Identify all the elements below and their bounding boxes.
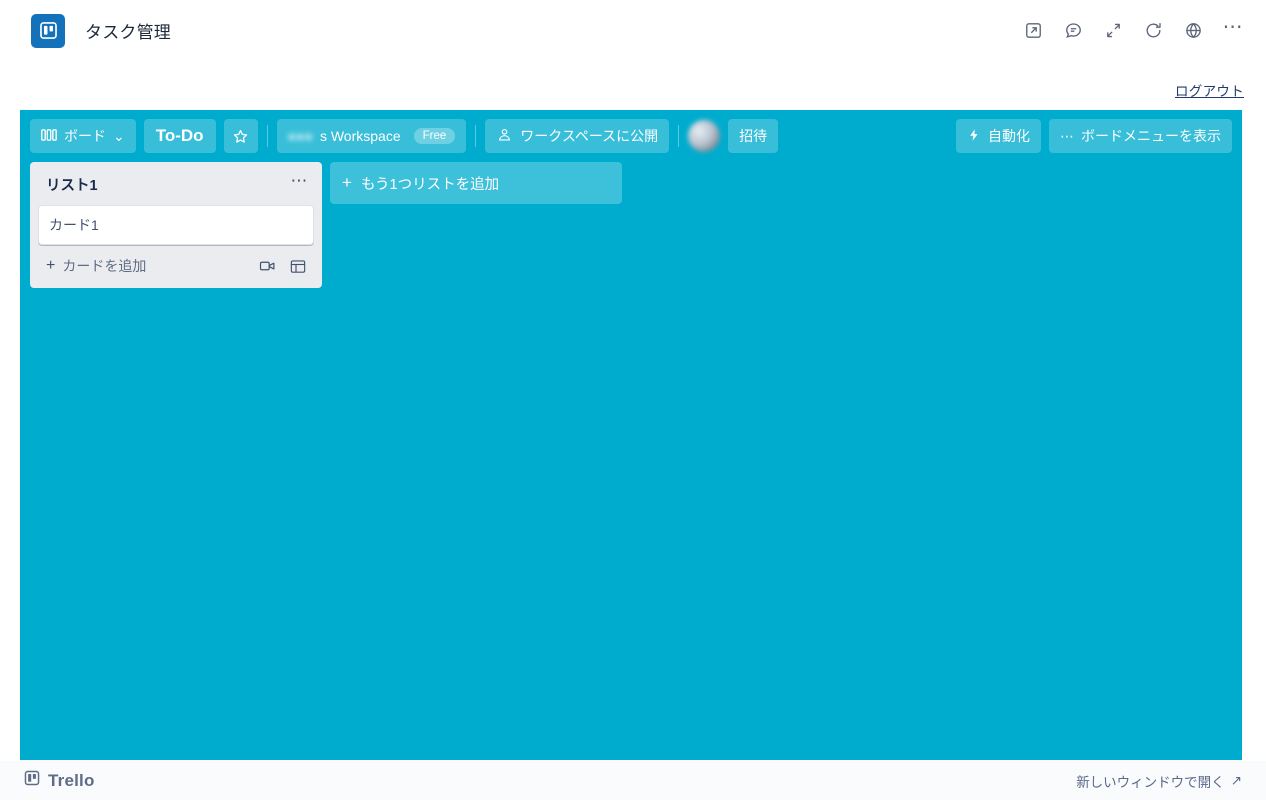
board-name-button[interactable]: To-Do	[143, 119, 216, 153]
board-header-bar: ボード ⌄ To-Do ●●● s Workspace Free ワークスペース…	[20, 110, 1242, 162]
card-template-icon[interactable]	[290, 259, 306, 274]
arrow-up-right-icon: ↗	[1230, 772, 1242, 788]
board-bar-right-group: 自動化 ⋯ ボードメニューを表示	[956, 119, 1232, 153]
workspace-visibility-icon	[496, 127, 513, 146]
footer-brand: Trello	[24, 770, 95, 791]
divider	[475, 125, 477, 147]
list-title[interactable]: リスト1	[46, 174, 98, 195]
plus-icon: +	[342, 173, 352, 192]
chevron-down-icon: ⌄	[113, 127, 125, 144]
trello-board-icon	[24, 770, 40, 791]
refresh-icon[interactable]	[1142, 20, 1164, 42]
add-list-label: もう1つリストを追加	[360, 176, 500, 193]
trello-board-icon	[31, 13, 65, 48]
automation-button[interactable]: 自動化	[956, 119, 1041, 153]
globe-icon[interactable]	[1182, 20, 1204, 42]
more-options-icon[interactable]: ⋯	[1222, 17, 1244, 42]
card[interactable]: カード1	[38, 205, 314, 245]
list-menu-icon[interactable]: ⋯	[291, 172, 309, 191]
open-external-icon[interactable]	[1022, 20, 1044, 42]
workspace-visibility-button[interactable]: ワークスペースに公開	[485, 119, 670, 153]
boards-button[interactable]: ボード ⌄	[30, 119, 136, 153]
ellipsis-icon: ⋯	[1060, 127, 1074, 144]
feedback-comment-icon[interactable]	[1062, 20, 1084, 42]
footer-brand-label: Trello	[48, 770, 95, 790]
open-new-window-label: 新しいウィンドウで開く	[1076, 774, 1225, 790]
star-icon[interactable]	[223, 119, 258, 153]
board-menu-button[interactable]: ⋯ ボードメニューを表示	[1049, 119, 1232, 153]
workspace-name-suffix: s Workspace	[319, 128, 401, 144]
video-camera-icon[interactable]	[259, 259, 276, 273]
board-menu-label: ボードメニューを表示	[1081, 128, 1221, 144]
divider	[678, 125, 680, 147]
invite-button[interactable]: 招待	[728, 119, 779, 153]
logout-strip: ログアウト	[0, 62, 1266, 100]
footer-bar: Trello 新しいウィンドウで開く ↗	[0, 760, 1266, 800]
add-card-label: カードを追加	[62, 258, 147, 274]
add-list-button[interactable]: + もう1つリストを追加	[330, 162, 622, 204]
list-column: リスト1 ⋯ カード1 + カードを追加	[30, 162, 322, 288]
workspace-button[interactable]: ●●● s Workspace Free	[276, 119, 467, 153]
workspace-name-redacted: ●●●	[287, 128, 313, 144]
add-card-button[interactable]: + カードを追加	[38, 245, 314, 282]
page-title: タスク管理	[85, 23, 171, 42]
lists-area: リスト1 ⋯ カード1 + カードを追加 + もう1つリストを追加	[20, 162, 1242, 288]
plus-icon: +	[46, 257, 56, 274]
open-new-window-link[interactable]: 新しいウィンドウで開く ↗	[1076, 771, 1242, 791]
logout-link[interactable]: ログアウト	[1175, 80, 1244, 100]
collapse-arrows-icon[interactable]	[1102, 20, 1124, 42]
right-margin	[1242, 110, 1266, 760]
boards-icon	[41, 128, 57, 145]
add-card-trailing-icons	[259, 259, 306, 274]
list-header: リスト1 ⋯	[38, 170, 314, 205]
app-header: タスク管理 ⋯	[0, 0, 1266, 62]
divider	[266, 125, 268, 147]
boards-button-label: ボード	[64, 128, 106, 144]
board-region: ボード ⌄ To-Do ●●● s Workspace Free ワークスペース…	[20, 110, 1242, 760]
workspace-plan-badge: Free	[413, 128, 456, 144]
lightning-bolt-icon	[967, 127, 981, 146]
member-avatar[interactable]	[688, 120, 721, 152]
automation-label: 自動化	[988, 128, 1030, 144]
header-icon-group: ⋯	[1022, 17, 1244, 42]
workspace-visibility-label: ワークスペースに公開	[520, 128, 659, 144]
